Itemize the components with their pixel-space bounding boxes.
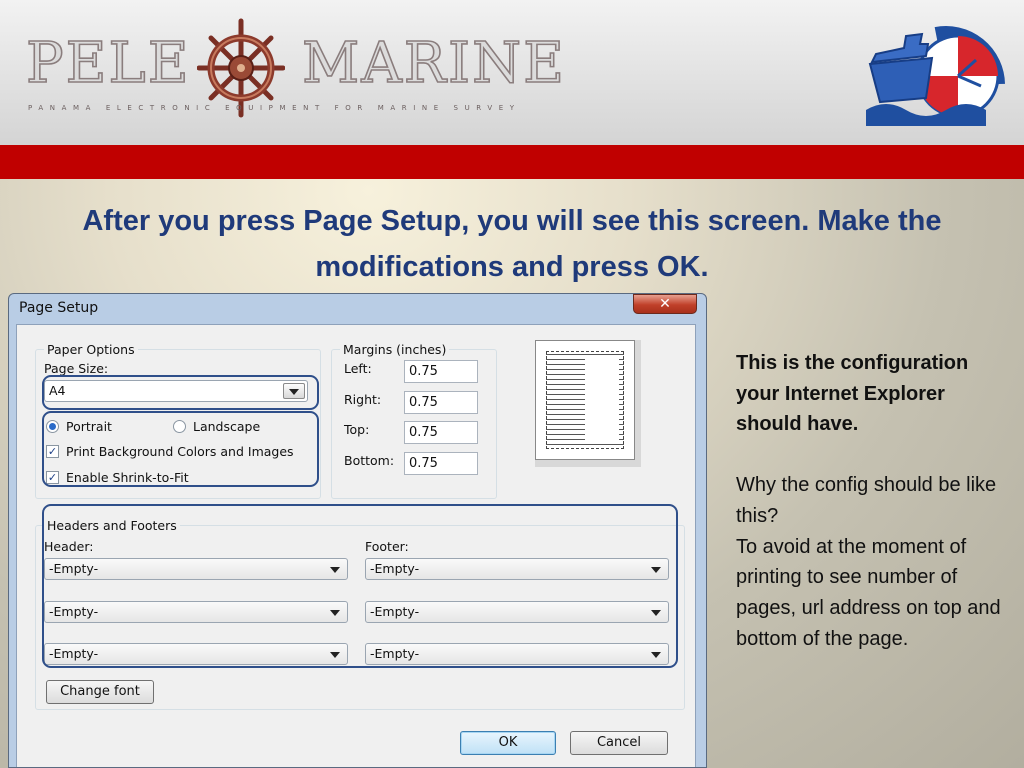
portrait-radio[interactable]: [46, 420, 59, 433]
paper-options-legend: Paper Options: [44, 342, 138, 357]
top-margin-label: Top:: [344, 422, 370, 437]
landscape-label: Landscape: [193, 419, 261, 434]
bottom-margin-input[interactable]: 0.75: [404, 452, 478, 475]
close-button[interactable]: ✕: [633, 294, 697, 314]
page-setup-dialog: Page Setup ✕ Paper Options Page Size: A4…: [8, 293, 707, 768]
top-margin-input[interactable]: 0.75: [404, 421, 478, 444]
left-margin-input[interactable]: 0.75: [404, 360, 478, 383]
chevron-down-icon: [289, 389, 299, 395]
print-background-checkbox[interactable]: ✓: [46, 445, 59, 458]
shrink-to-fit-label: Enable Shrink-to-Fit: [66, 470, 189, 485]
header-select-3[interactable]: -Empty-: [44, 643, 348, 665]
cancel-button[interactable]: Cancel: [570, 731, 668, 755]
chevron-down-icon: [330, 610, 340, 616]
chevron-down-icon: [330, 652, 340, 658]
headers-footers-legend: Headers and Footers: [44, 518, 180, 533]
bottom-margin-label: Bottom:: [344, 453, 395, 468]
page-size-label: Page Size:: [44, 361, 109, 376]
footer-label: Footer:: [365, 539, 409, 554]
chevron-down-icon: [330, 567, 340, 573]
page-size-value: A4: [49, 383, 66, 398]
brand-tagline: PANAMA ELECTRONIC EQUIPMENT FOR MARINE S…: [28, 104, 521, 112]
shrink-to-fit-checkbox[interactable]: ✓: [46, 471, 59, 484]
header-select-2-value: -Empty-: [49, 604, 99, 619]
right-margin-label: Right:: [344, 392, 382, 407]
page-size-select[interactable]: A4: [44, 380, 308, 402]
right-margin-input[interactable]: 0.75: [404, 391, 478, 414]
preview-page: [535, 340, 635, 460]
dialog-body: Paper Options Page Size: A4 Portrait Lan…: [16, 324, 696, 767]
header-select-3-value: -Empty-: [49, 646, 99, 661]
maritime-authority-logo: [866, 26, 1005, 126]
brand-name-right: MARINE: [301, 31, 566, 96]
dialog-title: Page Setup: [19, 300, 99, 316]
footer-select-1-value: -Empty-: [370, 561, 420, 576]
explanation-bold: This is the configuration your Internet …: [736, 352, 969, 436]
footer-select-3[interactable]: -Empty-: [365, 643, 669, 665]
explanation-answer: To avoid at the moment of printing to se…: [736, 535, 1001, 650]
slide-title: After you press Page Setup, you will see…: [82, 205, 942, 283]
explanation-text: This is the configuration your Internet …: [736, 348, 1001, 654]
change-font-button[interactable]: Change font: [46, 680, 154, 704]
headers-footers-group: Headers and Footers Header: Footer: -Emp…: [35, 518, 685, 710]
page-preview: [535, 340, 641, 467]
header-label: Header:: [44, 539, 94, 554]
brand-name-left: PELE: [25, 31, 191, 96]
header-red-band: [0, 145, 1024, 179]
dropdown-button[interactable]: [283, 383, 305, 399]
explanation-question: Why the config should be like this?: [736, 474, 997, 527]
footer-select-3-value: -Empty-: [370, 646, 420, 661]
margins-group: Margins (inches) Left: 0.75 Right: 0.75 …: [331, 342, 497, 499]
chevron-down-icon: [651, 567, 661, 573]
margins-legend: Margins (inches): [340, 342, 450, 357]
print-background-label: Print Background Colors and Images: [66, 444, 294, 459]
left-margin-label: Left:: [344, 361, 372, 376]
header-select-2[interactable]: -Empty-: [44, 601, 348, 623]
close-x-icon: ✕: [659, 296, 671, 312]
footer-select-1[interactable]: -Empty-: [365, 558, 669, 580]
header-select-1-value: -Empty-: [49, 561, 99, 576]
slide-header: PELE MARINE PANAMA ELECTRONIC EQUIPMENT …: [0, 0, 1024, 145]
header-select-1[interactable]: -Empty-: [44, 558, 348, 580]
chevron-down-icon: [651, 652, 661, 658]
landscape-radio[interactable]: [173, 420, 186, 433]
portrait-label: Portrait: [66, 419, 112, 434]
ok-button[interactable]: OK: [460, 731, 556, 755]
chevron-down-icon: [651, 610, 661, 616]
footer-select-2[interactable]: -Empty-: [365, 601, 669, 623]
footer-select-2-value: -Empty-: [370, 604, 420, 619]
paper-options-group: Paper Options Page Size: A4 Portrait Lan…: [35, 342, 321, 499]
